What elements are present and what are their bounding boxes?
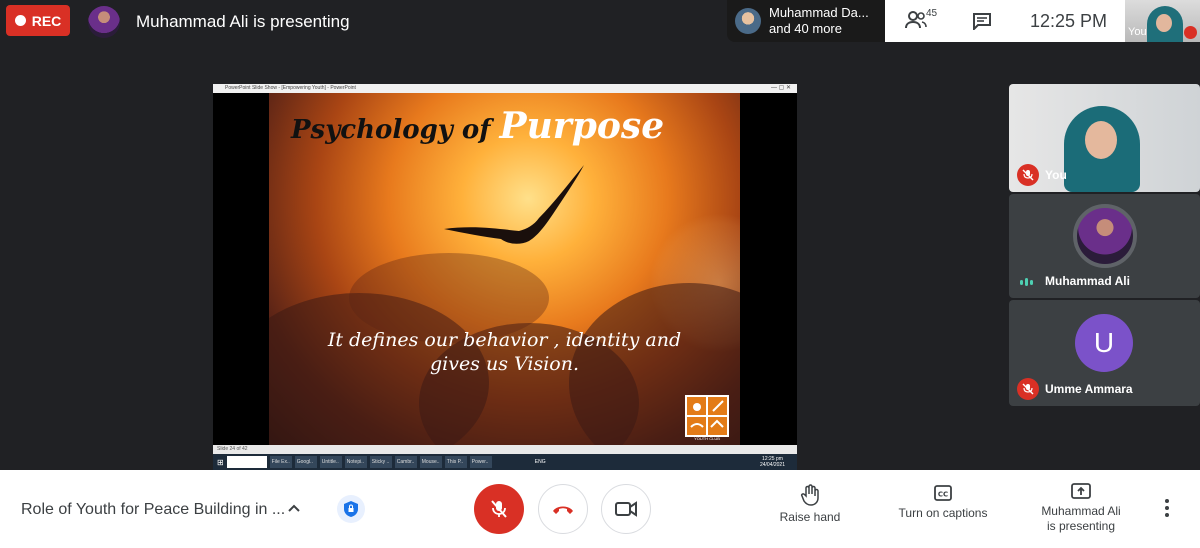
participant-name: You [1045,168,1067,182]
camera-toggle-button[interactable] [601,484,651,534]
slide-line-2: gives us Vision. [429,353,580,375]
taskbar-item: Untitle.. [319,456,342,468]
top-toolbar: 45 12:25 PM [885,0,1125,42]
clock: 12:25 PM [1030,11,1108,31]
taskbar-search [226,456,267,468]
captions-icon: CC [934,485,952,501]
hand-icon [801,484,819,506]
slideshow-status-bar: Slide 24 of 42 [213,445,797,454]
mic-off-icon [491,500,507,518]
participant-more: and 40 more [769,21,842,36]
more-options-icon[interactable] [1164,498,1170,523]
mic-off-icon [1184,26,1197,39]
recording-badge: REC [6,5,70,36]
presenting-label-2: is presenting [1046,519,1116,533]
hang-up-icon [553,506,573,514]
participant-tile-you[interactable]: You [1009,84,1200,192]
taskbar-item: Notepi.. [344,456,367,468]
participant-name: Muhammad Da... [769,5,869,20]
mic-toggle-button[interactable] [474,484,524,534]
chevron-up-icon[interactable] [286,500,302,521]
taskbar-item: Cambr.. [394,456,417,468]
taskbar-item: Power.. [469,456,492,468]
present-now-button[interactable]: Muhammad Ali is presenting [1030,482,1132,534]
slide-body-text: It defines our behavior , identity and g… [269,328,740,376]
participant-name: Muhammad Ali [1045,274,1130,288]
present-screen-icon [1071,483,1091,499]
leave-call-button[interactable] [538,484,588,534]
taskbar-item: Mouse.. [419,456,442,468]
avatar [1073,204,1137,268]
taskbar-item: Sticky .. [369,456,392,468]
taskbar-item: Googl.. [294,456,317,468]
eagle-image [444,165,584,244]
raise-hand-label: Raise hand [779,510,841,524]
raise-hand-button[interactable]: Raise hand [772,484,848,525]
slide: Psychology of Purpose It defines our beh… [269,93,740,445]
participants-preview[interactable]: Muhammad Da... and 40 more [727,0,885,42]
shield-icon[interactable] [337,495,365,523]
shared-screen: PowerPoint Slide Show - [Empowering Yout… [213,84,797,470]
window-title: PowerPoint Slide Show - [Empowering Yout… [225,85,356,91]
speaking-indicator-icon [1020,278,1033,286]
rec-label: REC [31,12,62,29]
youth-club-logo [685,395,729,437]
taskbar-item: File Ex.. [269,456,292,468]
camera-icon [615,501,637,517]
slide-line-1: It defines our behavior , identity and [327,329,682,351]
presenting-title: Muhammad Ali is presenting [136,12,350,31]
participant-tile-umme-ammara[interactable]: U Umme Ammara [1009,300,1200,406]
slide-counter: Slide 24 of 42 [217,446,248,452]
avatar: U [1075,314,1133,372]
window-title-bar: PowerPoint Slide Show - [Empowering Yout… [213,84,797,93]
window-controls: — ▢ ✕ [770,85,791,91]
slide-title-small: Psychology of [291,115,491,145]
captions-button[interactable]: CC Turn on captions [890,484,996,521]
participant-tile-muhammad-ali[interactable]: Muhammad Ali [1009,194,1200,298]
svg-text:CC: CC [938,491,948,499]
people-count: 45 [926,8,938,19]
record-dot-icon [14,15,26,26]
participant-avatar [735,8,761,34]
windows-start-icon: ⊞ [217,457,224,467]
mic-off-icon [1017,164,1039,186]
people-icon[interactable] [905,11,927,34]
chat-icon[interactable] [972,12,992,35]
logo-text: YOUTH CLUB [694,436,720,441]
slide-title: Psychology of Purpose [291,105,664,147]
participant-name: Umme Ammara [1045,382,1133,396]
presenting-label-1: Muhammad Ali [1041,504,1121,518]
self-view-thumbnail[interactable]: You [1125,0,1200,42]
captions-label: Turn on captions [898,506,988,520]
taskbar-clock: 12:25 pm 24/04/2021 [759,456,785,468]
bottom-control-bar: Role of Youth for Peace Building in ... … [0,470,1200,548]
presenter-avatar [88,6,120,38]
self-label: You [1128,26,1147,38]
mic-off-icon [1017,378,1039,400]
windows-taskbar: ⊞ File Ex.. Googl.. Untitle.. Notepi.. S… [213,454,797,470]
meeting-title[interactable]: Role of Youth for Peace Building in ... [21,501,285,519]
taskbar-item: This P.. [444,456,467,468]
slide-title-big: Purpose [499,105,665,147]
taskbar-lang: ENG [534,459,546,465]
